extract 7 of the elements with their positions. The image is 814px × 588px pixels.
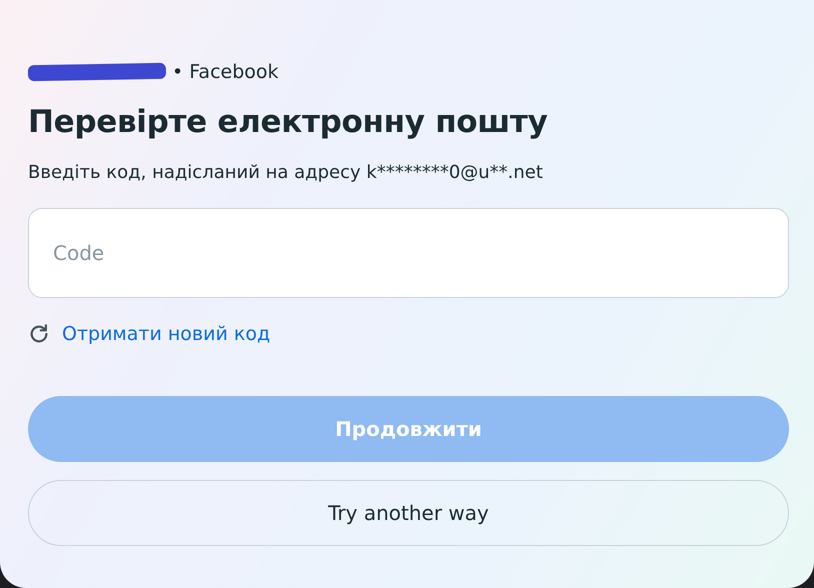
refresh-icon <box>28 323 50 346</box>
page-title: Перевірте електронну пошту <box>28 102 549 142</box>
source-label: • Facebook <box>172 60 279 85</box>
try-another-way-button[interactable]: Try another way <box>28 480 789 546</box>
instruction-text: Введіть код, надісланий на адресу k********0@u**.net <box>28 161 544 185</box>
code-field[interactable]: Code <box>28 208 789 298</box>
resend-code-link[interactable]: Отримати новий код <box>62 320 270 348</box>
